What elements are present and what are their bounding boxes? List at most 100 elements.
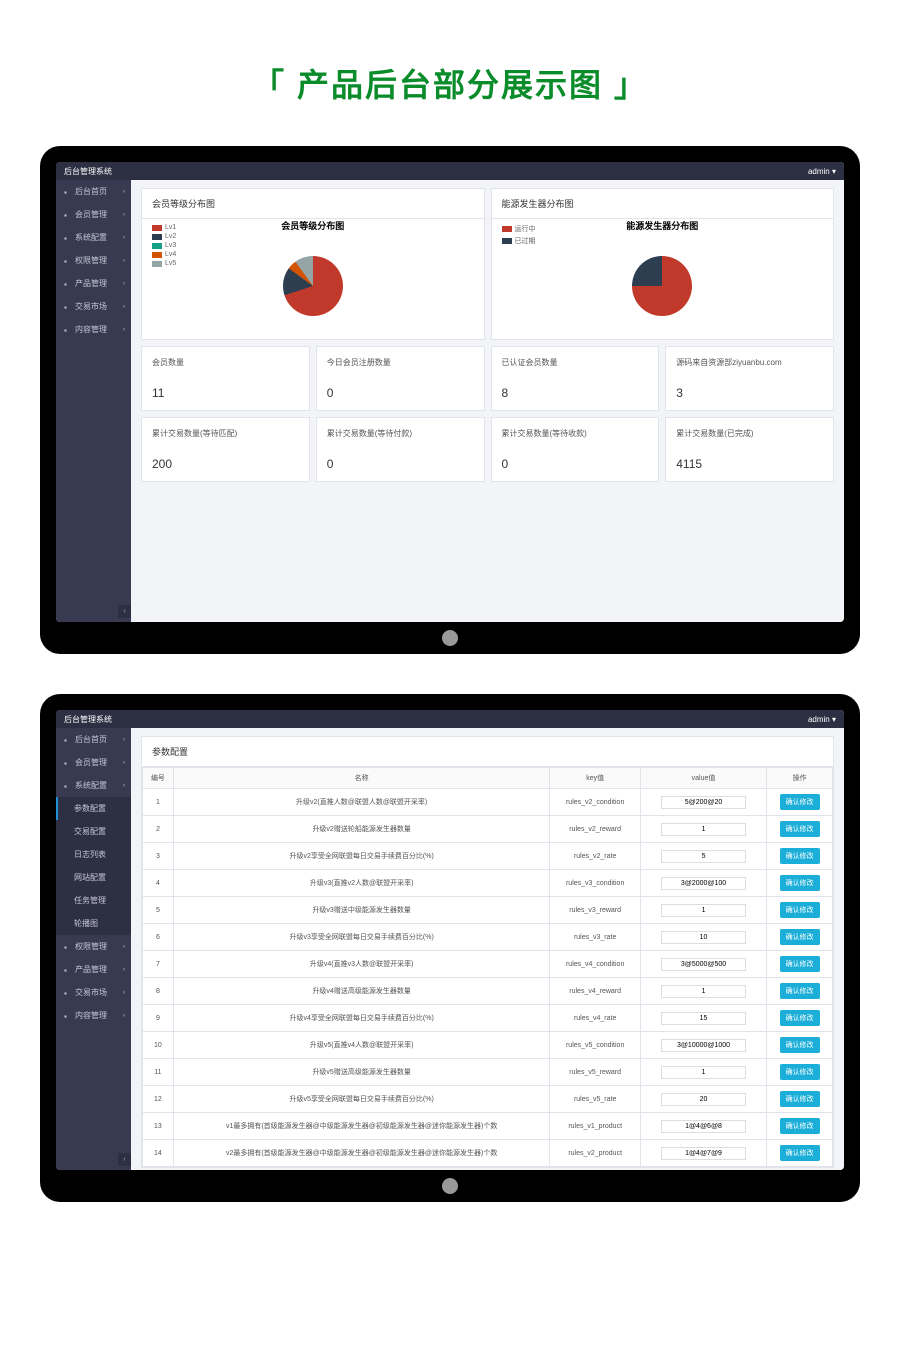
cell-key: rules_v4_rate bbox=[550, 1005, 640, 1032]
nav-item[interactable]: ▪权限管理› bbox=[56, 935, 131, 958]
legend-item: 已过期 bbox=[502, 236, 536, 246]
legend: 运行中已过期 bbox=[502, 224, 536, 246]
topbar: 后台管理系统 admin ▾ bbox=[56, 710, 844, 728]
value-input[interactable] bbox=[661, 1120, 746, 1133]
stat-value: 3 bbox=[676, 386, 823, 400]
cell-id: 13 bbox=[143, 1113, 174, 1140]
nav-item[interactable]: ▪后台首页› bbox=[56, 180, 131, 203]
nav-item[interactable]: 交易配置 bbox=[56, 820, 131, 843]
stat-label: 累计交易数量(等待收款) bbox=[502, 428, 649, 439]
legend-swatch bbox=[502, 238, 512, 244]
edit-button[interactable]: 确认修改 bbox=[780, 875, 820, 891]
edit-button[interactable]: 确认修改 bbox=[780, 794, 820, 810]
sidebar-collapse[interactable]: ‹ bbox=[118, 1153, 131, 1166]
nav-item[interactable]: ▪权限管理› bbox=[56, 249, 131, 272]
legend-item: 运行中 bbox=[502, 224, 536, 234]
stat-card: 累计交易数量(已完成)4115 bbox=[665, 417, 834, 482]
edit-button[interactable]: 确认修改 bbox=[780, 983, 820, 999]
value-input[interactable] bbox=[661, 823, 746, 836]
value-input[interactable] bbox=[661, 850, 746, 863]
chart-panel-members: 会员等级分布图 会员等级分布图 Lv1Lv2Lv3Lv4Lv5 bbox=[141, 188, 485, 340]
table-header: 名称 bbox=[173, 768, 550, 789]
cell-name: 升级v5(直推v4人数@联盟开采率) bbox=[173, 1032, 550, 1059]
nav-item[interactable]: 日志列表 bbox=[56, 843, 131, 866]
cog-icon: ▪ bbox=[64, 782, 71, 789]
nav-label: 交易配置 bbox=[74, 826, 106, 837]
chevron-right-icon: › bbox=[123, 990, 125, 996]
exchange-icon: ▪ bbox=[64, 303, 71, 310]
edit-button[interactable]: 确认修改 bbox=[780, 1145, 820, 1161]
nav-item[interactable]: ▪会员管理› bbox=[56, 203, 131, 226]
value-input[interactable] bbox=[661, 1012, 746, 1025]
value-input[interactable] bbox=[661, 877, 746, 890]
cell-key: rules_v4_reward bbox=[550, 978, 640, 1005]
edit-button[interactable]: 确认修改 bbox=[780, 929, 820, 945]
users-icon: ▪ bbox=[64, 759, 71, 766]
cell-key: rules_v2_rate bbox=[550, 843, 640, 870]
value-input[interactable] bbox=[661, 1147, 746, 1160]
nav-item[interactable]: 参数配置 bbox=[56, 797, 131, 820]
cell-id: 11 bbox=[143, 1059, 174, 1086]
stat-label: 累计交易数量(等待匹配) bbox=[152, 428, 299, 439]
cell-name: 升级v3(直推v2人数@联盟开采率) bbox=[173, 870, 550, 897]
value-input[interactable] bbox=[661, 958, 746, 971]
nav-item[interactable]: ▪产品管理› bbox=[56, 272, 131, 295]
edit-button[interactable]: 确认修改 bbox=[780, 902, 820, 918]
nav-item[interactable]: ▪内容管理› bbox=[56, 318, 131, 341]
stat-card: 会员数量11 bbox=[141, 346, 310, 411]
stat-value: 200 bbox=[152, 457, 299, 471]
nav-item[interactable]: ▪后台首页› bbox=[56, 728, 131, 751]
stat-label: 累计交易数量(已完成) bbox=[676, 428, 823, 439]
edit-button[interactable]: 确认修改 bbox=[780, 1010, 820, 1026]
legend-swatch bbox=[152, 261, 162, 267]
user-menu[interactable]: admin ▾ bbox=[808, 715, 836, 724]
pie-chart-energy bbox=[632, 256, 692, 316]
nav-item[interactable]: 任务管理 bbox=[56, 889, 131, 912]
nav-item[interactable]: 轮播图 bbox=[56, 912, 131, 935]
edit-button[interactable]: 确认修改 bbox=[780, 821, 820, 837]
value-input[interactable] bbox=[661, 1066, 746, 1079]
edit-button[interactable]: 确认修改 bbox=[780, 1118, 820, 1134]
cell-key: rules_v3_rate bbox=[550, 924, 640, 951]
nav-item[interactable]: ▪系统配置› bbox=[56, 226, 131, 249]
cell-name: 升级v4(直推v3人数@联盟开采率) bbox=[173, 951, 550, 978]
legend-label: Lv5 bbox=[165, 260, 176, 267]
user-menu[interactable]: admin ▾ bbox=[808, 167, 836, 176]
edit-button[interactable]: 确认修改 bbox=[780, 1091, 820, 1107]
nav-item[interactable]: 网站配置 bbox=[56, 866, 131, 889]
stat-card: 源码来自资源部ziyuanbu.com 3 bbox=[665, 346, 834, 411]
nav-label: 内容管理 bbox=[75, 324, 107, 335]
stat-value: 0 bbox=[327, 457, 474, 471]
value-input[interactable] bbox=[661, 904, 746, 917]
nav-item[interactable]: ▪系统配置› bbox=[56, 774, 131, 797]
stat-label: 源码来自资源部ziyuanbu.com bbox=[676, 357, 823, 368]
chevron-right-icon: › bbox=[123, 737, 125, 743]
value-input[interactable] bbox=[661, 931, 746, 944]
sidebar-collapse[interactable]: ‹ bbox=[118, 605, 131, 618]
chevron-right-icon: › bbox=[123, 304, 125, 310]
edit-button[interactable]: 确认修改 bbox=[780, 848, 820, 864]
nav-label: 权限管理 bbox=[75, 255, 107, 266]
legend-item: Lv4 bbox=[152, 251, 176, 258]
legend-swatch bbox=[502, 226, 512, 232]
value-input[interactable] bbox=[661, 985, 746, 998]
chevron-right-icon: › bbox=[123, 1013, 125, 1019]
table-header: value值 bbox=[640, 768, 766, 789]
edit-button[interactable]: 确认修改 bbox=[780, 956, 820, 972]
nav-label: 产品管理 bbox=[75, 964, 107, 975]
value-input[interactable] bbox=[661, 796, 746, 809]
value-input[interactable] bbox=[661, 1039, 746, 1052]
nav-label: 交易市场 bbox=[75, 301, 107, 312]
nav-item[interactable]: ▪交易市场› bbox=[56, 981, 131, 1004]
edit-button[interactable]: 确认修改 bbox=[780, 1064, 820, 1080]
nav-item[interactable]: ▪会员管理› bbox=[56, 751, 131, 774]
chart-title: 会员等级分布图 bbox=[281, 219, 344, 232]
cell-key: rules_v3_condition bbox=[550, 870, 640, 897]
topbar: 后台管理系统 admin ▾ bbox=[56, 162, 844, 180]
edit-button[interactable]: 确认修改 bbox=[780, 1037, 820, 1053]
nav-item[interactable]: ▪内容管理› bbox=[56, 1004, 131, 1027]
table-row: 10升级v5(直推v4人数@联盟开采率)rules_v5_condition确认… bbox=[143, 1032, 833, 1059]
nav-item[interactable]: ▪ 交易市场 › bbox=[56, 295, 131, 318]
value-input[interactable] bbox=[661, 1093, 746, 1106]
nav-item[interactable]: ▪产品管理› bbox=[56, 958, 131, 981]
